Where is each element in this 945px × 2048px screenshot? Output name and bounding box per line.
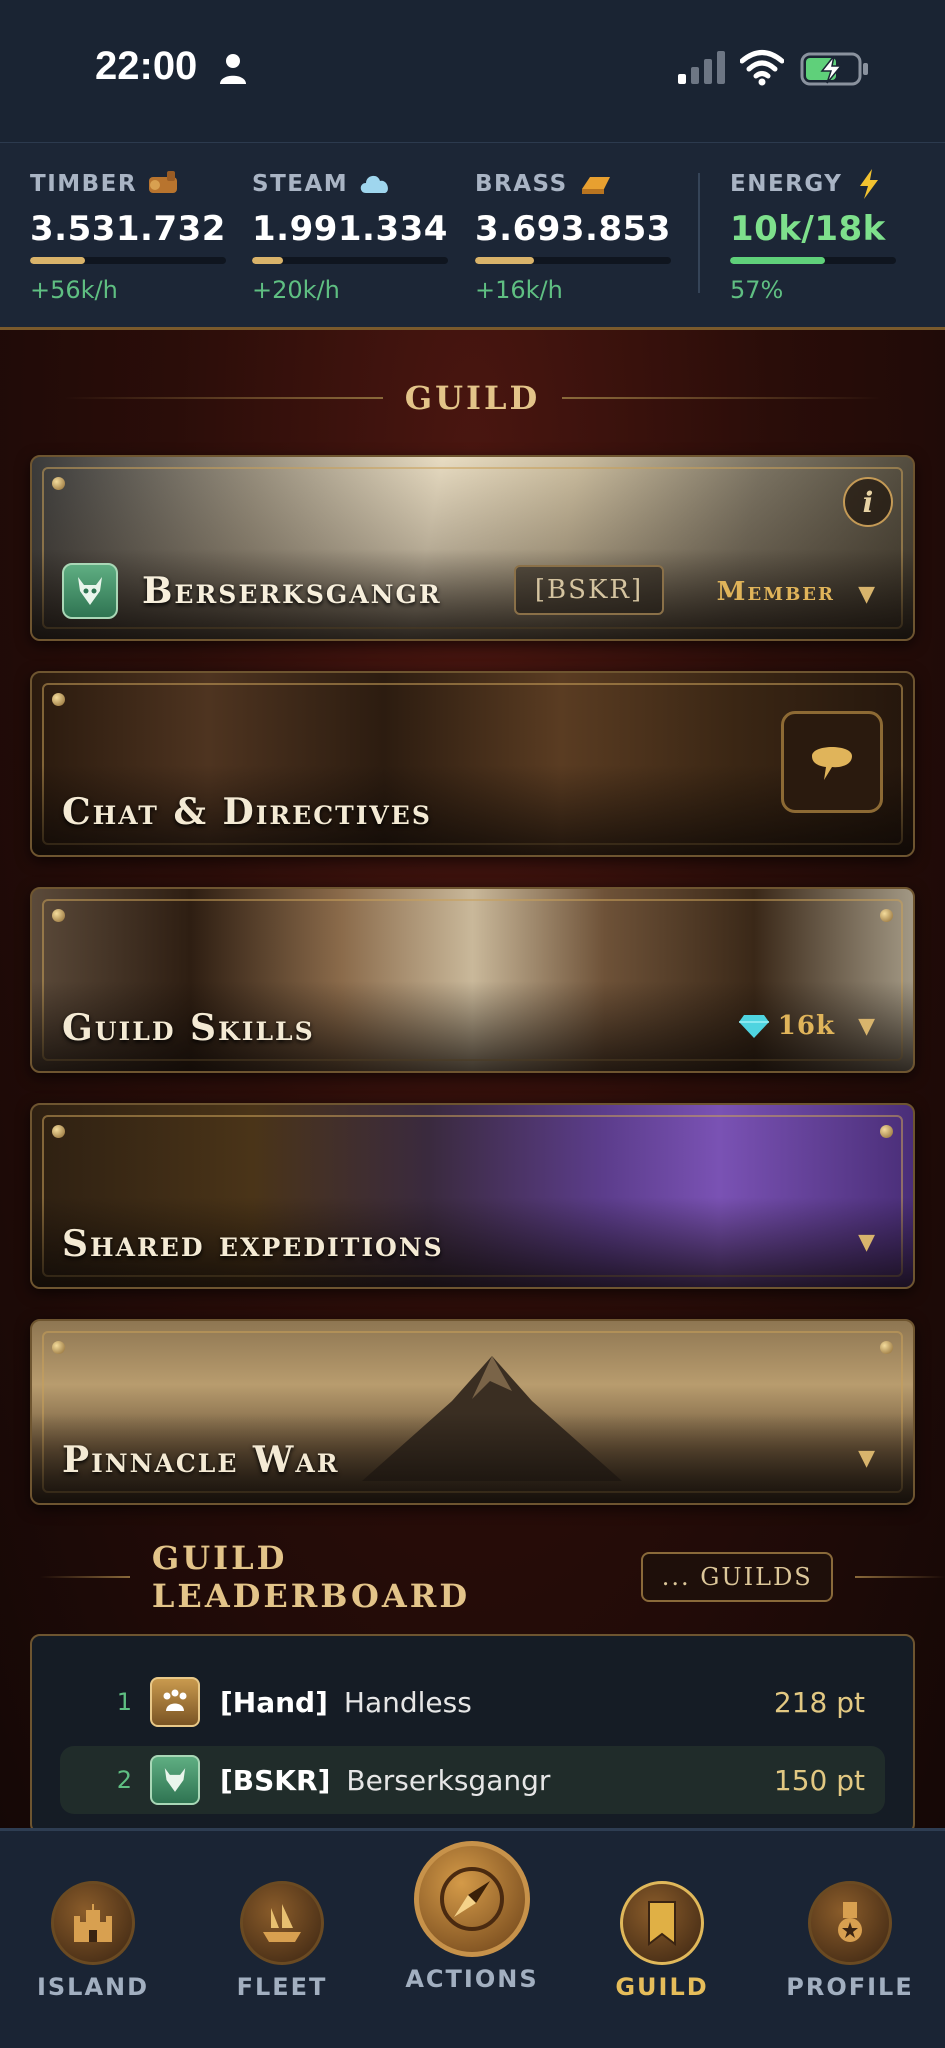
nav-label: PROFILE: [786, 1973, 914, 2001]
person-icon: [220, 54, 246, 84]
pinnacle-war-card[interactable]: Pinnacle War ▼: [30, 1319, 915, 1505]
resource-value: 3.693.853: [475, 209, 671, 249]
lightning-icon: [860, 169, 879, 199]
card-title: Shared expeditions: [62, 1223, 444, 1265]
info-button[interactable]: i: [843, 477, 893, 527]
guild-info-card[interactable]: i Berserksgangr [BSKR] Member ▼: [30, 455, 915, 641]
member-role-dropdown[interactable]: Member: [717, 577, 835, 607]
medal-icon: [808, 1881, 892, 1965]
battery-charging-icon: [800, 52, 868, 86]
status-bar: 22:00: [0, 0, 945, 142]
nav-island[interactable]: ISLAND: [3, 1851, 183, 2001]
banner-icon: [620, 1881, 704, 1965]
leaderboard-rank: 1: [116, 1688, 132, 1716]
chevron-down-icon[interactable]: ▼: [858, 582, 875, 607]
ship-icon: [240, 1881, 324, 1965]
resource-steam[interactable]: STEAM 1.991.334 +20k/h: [252, 169, 452, 304]
resource-rate: +16k/h: [475, 276, 563, 304]
leaderboard-row-own-guild[interactable]: 2 [BSKR] Berserksgangr 150 pt: [60, 1746, 885, 1814]
compass-icon: [414, 1841, 530, 1957]
shared-expeditions-card[interactable]: Shared expeditions ▼: [30, 1103, 915, 1289]
leaderboard-points: 150 pt: [773, 1763, 865, 1797]
nav-actions[interactable]: ACTIONS: [382, 1841, 562, 2001]
leaderboard-rank: 2: [116, 1766, 132, 1794]
wifi-icon: [740, 50, 784, 86]
leaderboard-points: 218 pt: [773, 1685, 865, 1719]
castle-icon: [51, 1881, 135, 1965]
chat-bubble-icon: [812, 747, 852, 780]
resource-rate: +20k/h: [252, 276, 340, 304]
section-title: GUILD: [404, 379, 541, 417]
resource-value: 1.991.334: [252, 209, 448, 249]
nav-guild[interactable]: GUILD: [572, 1851, 752, 2001]
nav-label: ACTIONS: [405, 1965, 539, 1993]
resource-progress-bar: [475, 257, 671, 264]
energy-percent: 57%: [730, 276, 784, 304]
leaderboard-title: GUILD LEADERBOARD: [151, 1539, 471, 1615]
card-title: Pinnacle War: [62, 1439, 340, 1481]
leaderboard-guild-name: Berserksgangr: [346, 1763, 551, 1797]
guild-emblem-icon: [150, 1755, 200, 1805]
resource-header: TIMBER 3.531.732 +56k/h STEAM 1.991.334 …: [0, 142, 945, 330]
nav-profile[interactable]: PROFILE: [760, 1851, 940, 2001]
resource-energy[interactable]: ENERGY 10k/18k 57%: [730, 169, 930, 304]
energy-value: 10k/18k: [730, 209, 886, 249]
steam-cloud-icon: [360, 175, 389, 193]
chat-bubble-button[interactable]: [781, 711, 883, 813]
chevron-down-icon[interactable]: ▼: [858, 1014, 875, 1039]
resource-brass[interactable]: BRASS 3.693.853 +16k/h: [475, 169, 675, 304]
leaderboard-panel: 1 [Hand] Handless 218 pt 2 [BSKR] Berser…: [30, 1634, 915, 1834]
guild-emblem-icon: [62, 563, 118, 619]
guild-tag-badge: [BSKR]: [514, 565, 664, 615]
resource-name: BRASS: [475, 171, 568, 197]
guild-filter-button[interactable]: ... GUILDS: [641, 1552, 834, 1602]
leaderboard-header: GUILD LEADERBOARD ... GUILDS: [0, 1539, 945, 1615]
card-title: Guild Skills: [62, 1007, 315, 1049]
bottom-navigation: ISLAND FLEET ACTIONS GUILD PROFILE: [0, 1828, 945, 2048]
nav-label: FLEET: [236, 1973, 328, 2001]
energy-progress-bar: [730, 257, 896, 264]
chevron-down-icon[interactable]: ▼: [858, 1446, 875, 1471]
leaderboard-row[interactable]: 1 [Hand] Handless 218 pt: [60, 1668, 885, 1736]
skills-cost-value: 16k: [777, 1011, 835, 1041]
resource-name: TIMBER: [30, 171, 138, 197]
chevron-down-icon[interactable]: ▼: [858, 1230, 875, 1255]
chat-directives-card[interactable]: Chat & Directives: [30, 671, 915, 857]
nav-fleet[interactable]: FLEET: [192, 1851, 372, 2001]
resource-timber[interactable]: TIMBER 3.531.732 +56k/h: [30, 169, 230, 304]
skills-cost: 16k: [738, 1011, 835, 1041]
clock-time: 22:00: [95, 44, 198, 88]
leaderboard-guild-name: Handless: [343, 1685, 472, 1719]
leaderboard-guild-tag: [BSKR]: [220, 1763, 331, 1797]
cellular-signal-icon: [678, 51, 725, 84]
resource-value: 3.531.732: [30, 209, 226, 249]
resource-divider: [698, 173, 700, 293]
paw-emblem-icon: [150, 1677, 200, 1727]
resource-progress-bar: [30, 257, 226, 264]
resource-name: STEAM: [252, 171, 349, 197]
resource-progress-bar: [252, 257, 448, 264]
card-title: Chat & Directives: [62, 791, 432, 833]
leaderboard-guild-tag: [Hand]: [220, 1685, 328, 1719]
nav-label: GUILD: [615, 1973, 709, 2001]
resource-rate: +56k/h: [30, 276, 118, 304]
diamond-icon: [738, 1015, 769, 1038]
guild-name: Berserksgangr: [142, 570, 442, 612]
guild-skills-card[interactable]: Guild Skills 16k ▼: [30, 887, 915, 1073]
brass-ingot-icon: [581, 177, 610, 194]
guild-section-header: GUILD: [0, 373, 945, 423]
timber-icon: [149, 171, 178, 193]
resource-name: ENERGY: [730, 171, 843, 197]
nav-label: ISLAND: [36, 1973, 150, 2001]
